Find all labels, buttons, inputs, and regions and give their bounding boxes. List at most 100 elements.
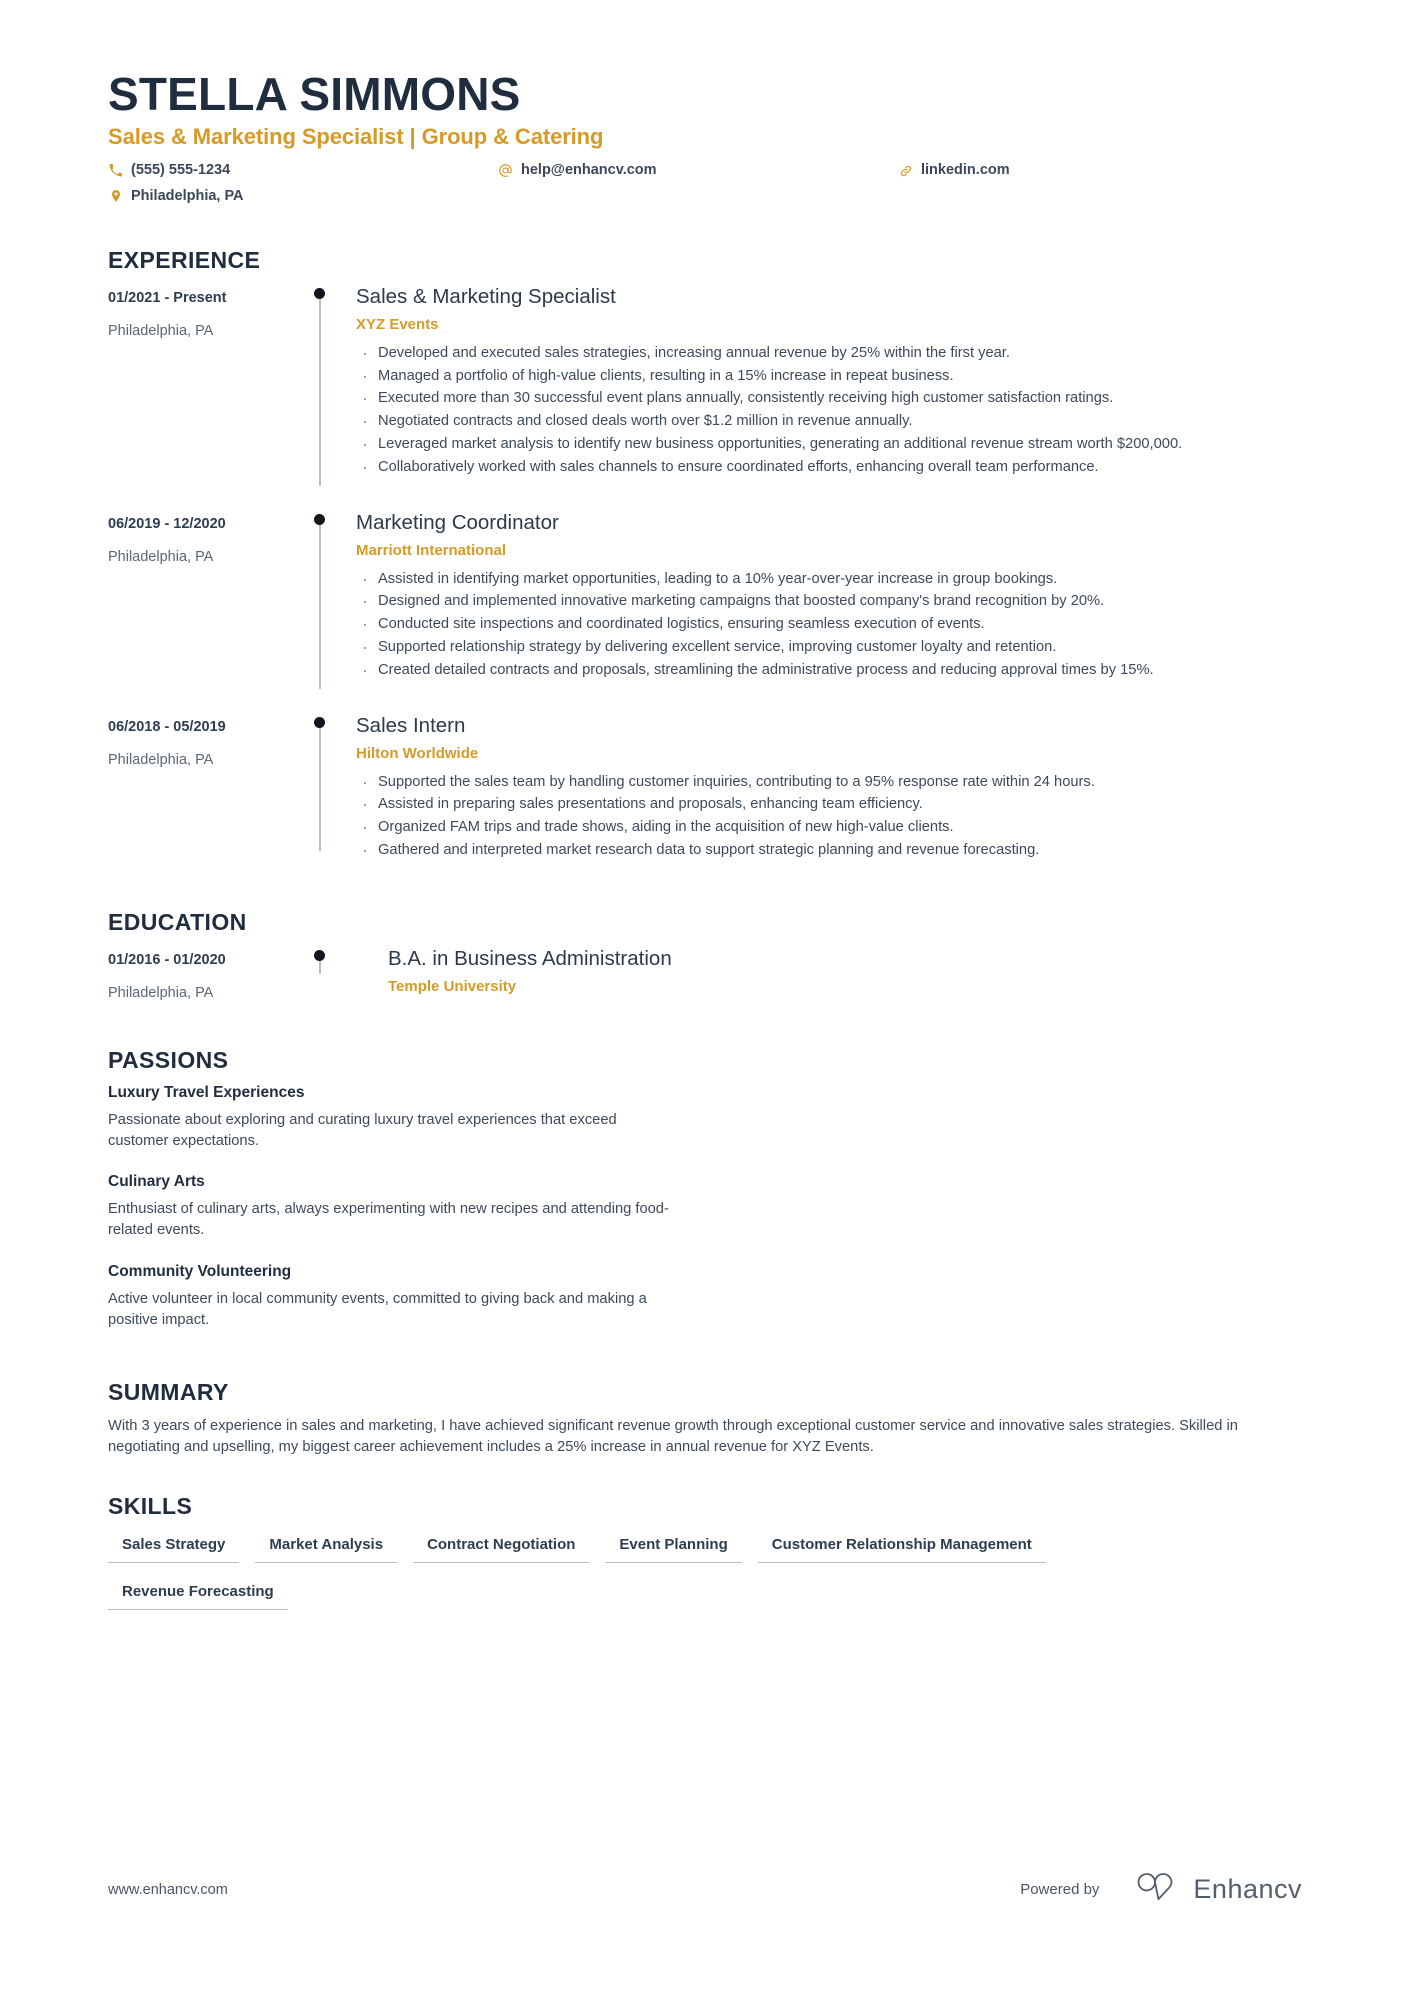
section-passions: PASSIONS Luxury Travel Experiences Passi… — [108, 1047, 1302, 1353]
contact-phone[interactable]: (555) 555-1234 — [108, 162, 498, 179]
passion-title: Culinary Arts — [108, 1173, 205, 1191]
entry-location: Philadelphia, PA — [108, 751, 214, 768]
section-experience: EXPERIENCE 01/2021 - Present Philadelphi… — [108, 247, 1302, 869]
list-item: Organized FAM trips and trade shows, aid… — [356, 815, 1302, 840]
entry-bullet-list: Assisted in identifying market opportuni… — [356, 567, 1302, 684]
skills-row: Sales Strategy Market Analysis Contract … — [108, 1530, 1302, 1577]
list-item: Supported relationship strategy by deliv… — [356, 635, 1302, 660]
list-item: Developed and executed sales strategies,… — [356, 341, 1302, 366]
timeline-rail — [308, 284, 356, 486]
enhancv-logo-icon — [1129, 1872, 1181, 1907]
resume-header: STELLA SIMMONS Sales & Marketing Special… — [108, 70, 1302, 213]
phone-icon — [108, 164, 123, 177]
contact-phone-text: (555) 555-1234 — [131, 162, 231, 179]
contact-location-text: Philadelphia, PA — [131, 187, 244, 204]
timeline-line — [319, 726, 321, 852]
entry-bullet-list: Developed and executed sales strategies,… — [356, 341, 1302, 480]
skill-chip[interactable]: Customer Relationship Management — [757, 1530, 1046, 1563]
skill-chip[interactable]: Sales Strategy — [108, 1530, 240, 1563]
passion-title: Community Volunteering — [108, 1263, 292, 1281]
page-title: STELLA SIMMONS — [108, 68, 521, 120]
passion-item: Luxury Travel Experiences Passionate abo… — [108, 1084, 713, 1152]
timeline-dot — [314, 950, 325, 962]
passion-item: Culinary Arts Enthusiast of culinary art… — [108, 1173, 713, 1241]
professional-headline: Sales & Marketing Specialist | Group & C… — [108, 124, 604, 150]
entry-meta: 06/2018 - 05/2019 Philadelphia, PA — [108, 713, 308, 869]
timeline-dot — [314, 288, 325, 300]
entry-degree: B.A. in Business Administration — [388, 947, 672, 971]
entry-job-title: Marketing Coordinator — [356, 510, 559, 534]
timeline-rail — [308, 946, 356, 1011]
entry-company: Hilton Worldwide — [356, 744, 479, 762]
timeline-rail — [308, 510, 356, 689]
contact-email[interactable]: help@enhancv.com — [498, 162, 898, 179]
list-item: Gathered and interpreted market research… — [356, 838, 1302, 863]
entry-content: Sales & Marketing Specialist XYZ Events … — [356, 284, 1302, 486]
enhancv-brand: Enhancv — [1129, 1872, 1302, 1907]
contact-email-text: help@enhancv.com — [521, 162, 657, 179]
experience-entry: 06/2018 - 05/2019 Philadelphia, PA Sales… — [108, 713, 1302, 869]
entry-date: 06/2019 - 12/2020 — [108, 515, 226, 532]
passion-title: Luxury Travel Experiences — [108, 1083, 305, 1101]
section-title-experience: EXPERIENCE — [108, 247, 261, 274]
entry-company: Marriott International — [356, 541, 507, 559]
entry-content: B.A. in Business Administration Temple U… — [356, 946, 1302, 1011]
passion-item: Community Volunteering Active volunteer … — [108, 1263, 713, 1331]
contact-linkedin[interactable]: linkedin.com — [898, 162, 1198, 179]
timeline-line — [319, 960, 321, 975]
list-item: Designed and implemented innovative mark… — [356, 589, 1302, 614]
entry-bullet-list: Supported the sales team by handling cus… — [356, 770, 1302, 864]
contact-location: Philadelphia, PA — [108, 188, 498, 205]
skill-chip[interactable]: Contract Negotiation — [413, 1530, 590, 1563]
passion-description: Active volunteer in local community even… — [108, 1291, 647, 1329]
page-footer: www.enhancv.com Powered by Enhancv — [108, 1872, 1302, 1907]
entry-school: Temple University — [388, 977, 517, 995]
entry-job-title: Sales & Marketing Specialist — [356, 285, 616, 309]
list-item: Conducted site inspections and coordinat… — [356, 612, 1302, 637]
entry-content: Sales Intern Hilton Worldwide Supported … — [356, 713, 1302, 869]
list-item: Created detailed contracts and proposals… — [356, 658, 1302, 683]
skills-row: Revenue Forecasting — [108, 1577, 1302, 1624]
skill-chip[interactable]: Market Analysis — [255, 1530, 398, 1563]
email-at-icon — [498, 163, 513, 178]
entry-location: Philadelphia, PA — [108, 322, 214, 339]
section-title-education: EDUCATION — [108, 909, 247, 936]
contact-row: (555) 555-1234 Philadelphia, PA help@enh… — [108, 162, 1302, 213]
timeline-line — [319, 298, 321, 486]
skill-chip[interactable]: Revenue Forecasting — [108, 1577, 288, 1610]
list-item: Managed a portfolio of high-value client… — [356, 364, 1302, 389]
contact-column-right: linkedin.com — [898, 162, 1198, 187]
entry-content: Marketing Coordinator Marriott Internati… — [356, 510, 1302, 689]
entry-date: 01/2016 - 01/2020 — [108, 952, 226, 969]
list-item: Collaboratively worked with sales channe… — [356, 455, 1302, 480]
enhancv-wordmark: Enhancv — [1193, 1874, 1302, 1904]
passion-description: Passionate about exploring and curating … — [108, 1111, 617, 1149]
contact-column-middle: help@enhancv.com — [498, 162, 898, 187]
entry-meta: 06/2019 - 12/2020 Philadelphia, PA — [108, 510, 308, 689]
resume-page: STELLA SIMMONS Sales & Marketing Special… — [0, 0, 1410, 1995]
entry-location: Philadelphia, PA — [108, 984, 214, 1001]
section-education: EDUCATION 01/2016 - 01/2020 Philadelphia… — [108, 909, 1302, 1011]
passion-description: Enthusiast of culinary arts, always expe… — [108, 1201, 669, 1239]
footer-website-url[interactable]: www.enhancv.com — [108, 1882, 228, 1898]
list-item: Executed more than 30 successful event p… — [356, 386, 1302, 411]
section-title-summary: SUMMARY — [108, 1378, 229, 1405]
summary-text: With 3 years of experience in sales and … — [108, 1417, 1238, 1456]
section-summary: SUMMARY With 3 years of experience in sa… — [108, 1379, 1302, 1459]
entry-company: XYZ Events — [356, 315, 439, 333]
timeline-rail — [308, 713, 356, 869]
location-pin-icon — [108, 189, 123, 203]
entry-job-title: Sales Intern — [356, 713, 466, 737]
link-icon — [898, 164, 913, 178]
contact-column-left: (555) 555-1234 Philadelphia, PA — [108, 162, 498, 213]
timeline-line — [319, 523, 321, 689]
list-item: Leveraged market analysis to identify ne… — [356, 432, 1302, 457]
passions-grid: Luxury Travel Experiences Passionate abo… — [108, 1084, 1302, 1353]
skill-chip[interactable]: Event Planning — [605, 1530, 742, 1563]
entry-date: 06/2018 - 05/2019 — [108, 718, 226, 735]
entry-meta: 01/2021 - Present Philadelphia, PA — [108, 284, 308, 486]
experience-entry: 01/2021 - Present Philadelphia, PA Sales… — [108, 284, 1302, 486]
entry-meta: 01/2016 - 01/2020 Philadelphia, PA — [108, 946, 308, 1011]
education-entry: 01/2016 - 01/2020 Philadelphia, PA B.A. … — [108, 946, 1302, 1011]
list-item: Assisted in identifying market opportuni… — [356, 567, 1302, 592]
